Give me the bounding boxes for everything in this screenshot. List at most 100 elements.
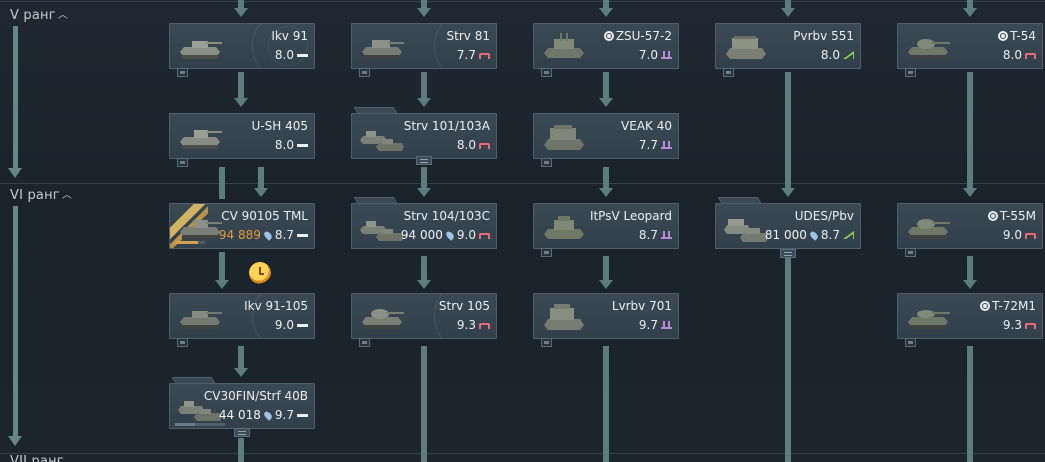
vehicle-name-text: T-54 — [1010, 29, 1036, 43]
vehicle-name: UDES/Pbv — [794, 209, 854, 223]
vehicle-name-text: T-72M1 — [992, 299, 1036, 313]
battle-rating: 8.7 — [820, 228, 840, 242]
vehicle-card-strv-104-103c[interactable]: Strv 104/103C 94 000 9.0 — [351, 203, 497, 249]
battle-rating: 9.3 — [456, 318, 476, 332]
vehicle-card-ikv-91[interactable]: Ikv 91 8.0 — [169, 23, 315, 69]
vehicle-status-icon — [541, 68, 552, 77]
connector-arrow — [781, 8, 795, 17]
rank-v-text: V ранг — [10, 8, 56, 23]
rank-separator-vii — [0, 453, 1045, 454]
vehicle-card-strv-81[interactable]: Strv 81 7.7 — [351, 23, 497, 69]
connector — [967, 0, 973, 8]
research-points-icon — [262, 229, 274, 241]
tank-thumbnail-icon — [908, 39, 950, 59]
expand-group-icon[interactable] — [416, 156, 432, 165]
research-progress-fill — [175, 423, 195, 426]
connector-arrow — [234, 368, 248, 377]
vehicle-card-strv-101-103a[interactable]: Strv 101/103A 8.0 — [351, 113, 497, 159]
vehicle-card-lvrbv-701[interactable]: Lvrbv 701 9.7 — [533, 293, 679, 339]
connector — [603, 0, 609, 8]
medium-tank-class-icon — [297, 53, 308, 57]
battle-rating: 8.7 — [638, 228, 658, 242]
expand-group-icon[interactable] — [780, 249, 796, 258]
tank-destroyer-group-thumbnail-icon — [724, 219, 768, 242]
tank-thumbnail-icon — [908, 310, 950, 329]
vehicle-card-zsu-57-2[interactable]: ZSU-57-2 7.0 — [533, 23, 679, 69]
vehicle-status-icon — [541, 248, 552, 257]
connector — [967, 346, 973, 462]
vehicle-card-u-sh-405[interactable]: U-SH 405 8.0 — [169, 113, 315, 159]
connector — [967, 72, 973, 188]
vehicle-name: ItPsV Leopard — [589, 209, 672, 223]
vehicle-card-t-72m1[interactable]: T-72M1 9.3 — [897, 293, 1043, 339]
battle-rating: 9.7 — [274, 408, 294, 422]
expand-group-icon[interactable] — [234, 428, 250, 437]
connector — [603, 167, 609, 188]
vehicle-name: Lvrbv 701 — [611, 299, 672, 313]
tank-group-thumbnail-icon — [360, 221, 404, 241]
connector-arrow — [417, 280, 431, 289]
tank-thumbnail-icon — [180, 130, 222, 149]
battle-rating: 9.7 — [638, 318, 658, 332]
battle-rating: 8.0 — [274, 48, 294, 62]
rank-label-v[interactable]: V ранг ︿ — [10, 6, 68, 23]
rank-vi-text: VI ранг — [10, 188, 60, 203]
battle-rating: 8.0 — [456, 138, 476, 152]
connector — [238, 72, 244, 98]
rank-label-vi[interactable]: VI ранг ︿ — [10, 186, 72, 203]
vehicle-card-strv-105[interactable]: Strv 105 9.3 — [351, 293, 497, 339]
battle-rating: 7.0 — [638, 48, 658, 62]
vehicle-status-icon — [177, 338, 188, 347]
research-points-icon — [808, 229, 820, 241]
connector — [421, 256, 427, 280]
medium-tank-class-icon — [297, 413, 308, 417]
foreign-nation-icon — [998, 31, 1009, 41]
tank-destroyer-class-icon — [843, 231, 854, 239]
rank-label-vii[interactable]: VII ранг — [10, 454, 64, 462]
rank-v-arrow-line — [13, 26, 18, 170]
battle-rating: 9.3 — [1002, 318, 1022, 332]
rank-vi-arrow-head — [8, 436, 22, 446]
connector-arrow — [254, 188, 268, 197]
vehicle-card-ikv-91-105[interactable]: Ikv 91-105 9.0 — [169, 293, 315, 339]
spaa-thumbnail-icon — [544, 216, 584, 239]
rank-v-arrow-head — [8, 168, 22, 178]
vehicle-card-udes-pbv[interactable]: UDES/Pbv 81 000 8.7 — [715, 203, 861, 249]
tank-thumbnail-icon — [180, 311, 222, 329]
research-progress-fill — [175, 241, 198, 244]
vehicle-status-icon — [177, 68, 188, 77]
vehicle-card-pvrbv-551[interactable]: Pvrbv 551 8.0 — [715, 23, 861, 69]
connector-arrow — [599, 280, 613, 289]
vehicle-status-icon — [723, 68, 734, 77]
connector — [421, 167, 427, 188]
spaa-thumbnail-icon — [544, 33, 584, 58]
vehicle-card-t-55m[interactable]: T-55M 9.0 — [897, 203, 1043, 249]
vehicle-card-itpsv-leopard[interactable]: ItPsV Leopard 8.7 — [533, 203, 679, 249]
spaa-class-icon — [661, 51, 672, 59]
vehicle-name: T-54 — [998, 29, 1036, 43]
vehicle-name: Strv 101/103A — [403, 119, 490, 133]
vehicle-card-veak-40[interactable]: VEAK 40 7.7 — [533, 113, 679, 159]
vehicle-name-text: ZSU-57-2 — [615, 29, 672, 43]
battle-rating: 7.7 — [638, 138, 658, 152]
foreign-nation-icon — [980, 301, 991, 311]
light-tank-class-icon — [1025, 323, 1036, 329]
connector-arrow — [599, 188, 613, 197]
research-cost: 94 000 — [400, 228, 443, 242]
rank-vii-text: VII ранг — [10, 454, 64, 462]
connector — [785, 258, 791, 462]
connector — [421, 346, 427, 462]
vehicle-card-t-54[interactable]: T-54 8.0 — [897, 23, 1043, 69]
spaa-thumbnail-icon — [544, 304, 584, 330]
spaa-class-icon — [661, 321, 672, 329]
medium-tank-class-icon — [297, 323, 308, 327]
rank-separator-v — [0, 1, 1045, 2]
light-tank-class-icon — [479, 323, 490, 329]
battle-rating: 8.0 — [1002, 48, 1022, 62]
foreign-nation-icon — [987, 211, 998, 221]
research-timer-icon[interactable] — [249, 262, 271, 284]
light-tank-class-icon — [479, 143, 490, 149]
spaa-class-icon — [661, 231, 672, 239]
vehicle-status-icon — [541, 338, 552, 347]
tank-thumbnail-icon — [180, 41, 222, 59]
